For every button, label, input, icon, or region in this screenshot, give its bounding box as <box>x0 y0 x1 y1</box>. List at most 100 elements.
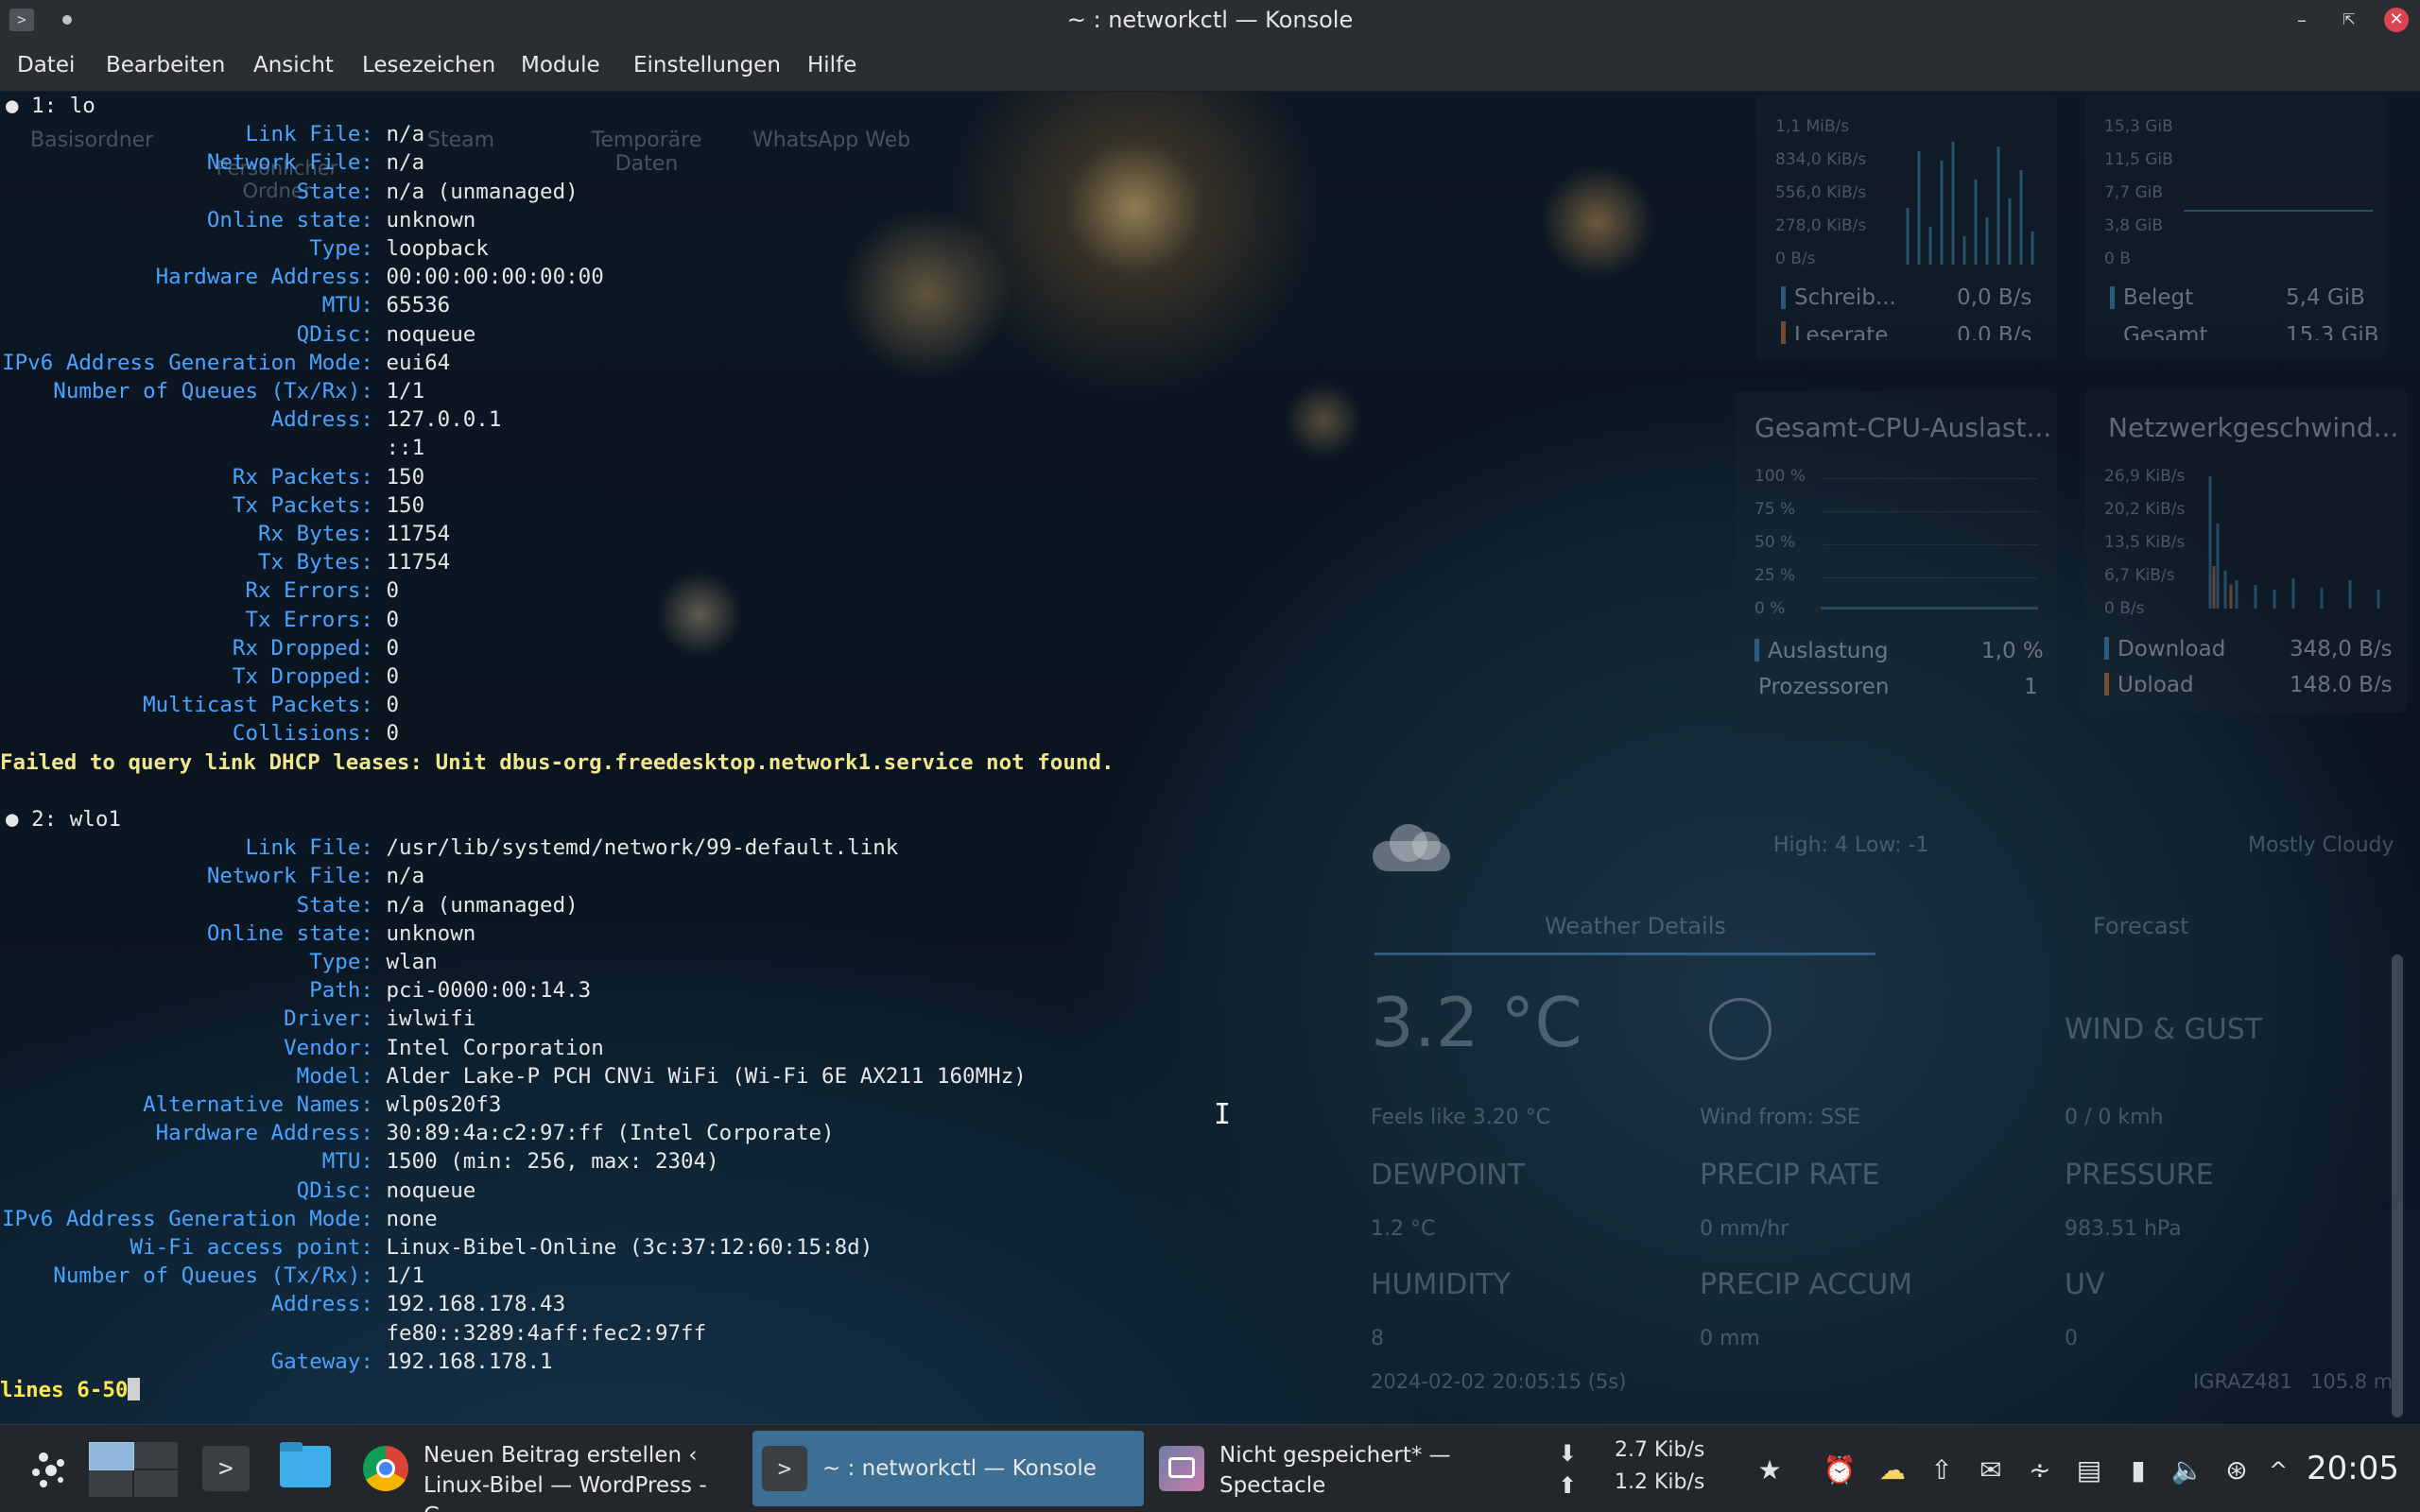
minimize-icon[interactable]: – <box>2290 8 2314 32</box>
terminal-output[interactable]: ● 1: lo Link File: n/a Network File: n/a St… <box>0 92 1475 1424</box>
weather-elevation: 105.8 m <box>2310 1370 2394 1393</box>
terminal-kv-line: Rx Errors: 0 <box>0 576 399 605</box>
close-icon[interactable]: ✕ <box>2384 8 2409 32</box>
axis-tick: 100 % <box>1754 467 1806 486</box>
terminal-value: 0 <box>386 578 400 604</box>
terminal-key: Tx Bytes: <box>258 550 373 576</box>
grid-line <box>1821 478 2038 479</box>
terminal-space <box>373 465 387 490</box>
terminal-kv-line: Hardware Address: 00:00:00:00:00:00 <box>0 263 604 291</box>
terminal-key: Vendor: <box>284 1035 373 1060</box>
menu-datei[interactable]: Datei <box>17 40 75 91</box>
terminal-value: ::1 <box>386 436 425 461</box>
precip-accum-label: PRECIP ACCUM <box>1700 1268 1913 1301</box>
terminal-kv-line: State: n/a (unmanaged) <box>0 178 579 206</box>
mail-icon[interactable]: ✉ <box>1974 1453 2008 1487</box>
net-upload-label: Upload <box>2118 673 2194 692</box>
terminal-value: /usr/lib/systemd/network/99-default.link <box>386 835 899 861</box>
terminal-key: Network File: <box>206 150 373 176</box>
terminal-space <box>373 293 387 318</box>
terminal-space <box>373 550 387 575</box>
uv-label: UV <box>2065 1268 2105 1301</box>
terminal-value: n/a <box>386 864 425 889</box>
terminal-kv-line: Driver: iwlwifi <box>0 1005 475 1033</box>
terminal-value: 11754 <box>386 522 451 546</box>
memory-used-value: 5,4 GiB <box>2286 285 2365 310</box>
tab-weather-details[interactable]: Weather Details <box>1545 913 1726 939</box>
terminal-kv-line: Number of Queues (Tx/Rx): 1/1 <box>0 377 424 405</box>
disk-read-label: Leserate <box>1794 323 1889 340</box>
axis-tick: 3,8 GiB <box>2104 216 2163 235</box>
volume-icon[interactable]: 🔈 <box>2170 1453 2204 1487</box>
rss-icon[interactable]: ∻ <box>2023 1453 2057 1487</box>
terminal-value: 127.0.0.1 <box>386 407 502 433</box>
terminal-value: 150 <box>386 492 425 518</box>
terminal-key: Type: <box>309 236 373 261</box>
terminal-value: 150 <box>386 464 425 490</box>
terminal-kv-line: Rx Packets: 150 <box>0 463 424 491</box>
menu-bearbeiten[interactable]: Bearbeiten <box>106 40 225 91</box>
terminal-space <box>373 978 387 1003</box>
terminal-value: eui64 <box>386 350 451 375</box>
terminal-space <box>373 265 387 289</box>
terminal-space <box>373 1321 387 1346</box>
pressure-label: PRESSURE <box>2065 1159 2214 1192</box>
tab-forecast[interactable]: Forecast <box>2093 913 2189 939</box>
axis-tick: 0 B <box>2104 249 2131 268</box>
terminal-value: 1500 (min: 256, max: 2304) <box>386 1149 719 1175</box>
file-manager-icon[interactable] <box>280 1425 333 1512</box>
battery-icon[interactable]: ▮ <box>2121 1453 2155 1487</box>
axis-tick: 0 B/s <box>2104 599 2145 618</box>
menu-lesezeichen[interactable]: Lesezeichen <box>362 40 495 91</box>
network-widget-title: Netzwerkgeschwind... <box>2108 412 2399 443</box>
menu-hilfe[interactable]: Hilfe <box>807 40 856 91</box>
app-launcher-icon[interactable] <box>23 1425 76 1512</box>
terminal-warning-line: Failed to query link DHCP leases: Unit d… <box>0 749 1115 775</box>
weather-tray-icon[interactable]: ☁ <box>1876 1453 1910 1487</box>
terminal-kv-line: Type: loopback <box>0 234 489 263</box>
wifi-icon[interactable]: ⊛ <box>2220 1453 2254 1487</box>
virtual-desktop-pager[interactable] <box>87 1425 182 1512</box>
cpu-usage-label: Auslastung <box>1768 639 1889 663</box>
menu-ansicht[interactable]: Ansicht <box>253 40 334 91</box>
window-titlebar[interactable]: > ~ : networkctl — Konsole – ⇱ ✕ <box>0 0 2420 40</box>
taskbar: > Neuen Beitrag erstellen ‹ Linux-Bibel … <box>0 1424 2420 1512</box>
axis-tick: 75 % <box>1754 500 1796 519</box>
terminal-key: Link File: <box>245 122 373 147</box>
star-icon[interactable]: ★ <box>1753 1453 1787 1487</box>
terminal-kv-line: Wi-Fi access point: Linux-Bibel-Online (… <box>0 1233 873 1262</box>
menu-einstellungen[interactable]: Einstellungen <box>633 40 781 91</box>
clipboard-icon[interactable]: ▤ <box>2072 1453 2106 1487</box>
terminal-space <box>373 1121 387 1145</box>
menu-module[interactable]: Module <box>521 40 600 91</box>
terminal-launcher-icon[interactable]: > <box>202 1425 251 1512</box>
terminal-scrollbar[interactable] <box>2392 954 2403 1418</box>
terminal-value: noqueue <box>386 321 476 347</box>
terminal-key: State: <box>296 179 373 204</box>
terminal-value: 65536 <box>386 293 451 318</box>
task-chrome-wordpress[interactable]: Neuen Beitrag erstellen ‹ Linux-Bibel — … <box>354 1431 743 1512</box>
axis-tick: 556,0 KiB/s <box>1775 183 1867 202</box>
terminal-space <box>373 1149 387 1174</box>
terminal-kv-line: ::1 <box>0 434 424 462</box>
terminal-space <box>373 236 387 261</box>
terminal-kv-line: Multicast Packets: 0 <box>0 691 399 719</box>
terminal-value: 1/1 <box>386 379 425 404</box>
maximize-icon[interactable]: ⇱ <box>2337 8 2361 32</box>
alarm-icon[interactable]: ⏰ <box>1823 1453 1857 1487</box>
clock[interactable]: 20:05 <box>2307 1425 2399 1512</box>
cpu-usage-value: 1,0 % <box>1981 639 2044 663</box>
update-icon[interactable]: ⇧ <box>1925 1453 1959 1487</box>
terminal-space <box>373 1235 387 1260</box>
task-konsole[interactable]: > ~ : networkctl — Konsole <box>752 1431 1144 1506</box>
task-spectacle[interactable]: Nicht gespeichert* — Spectacle <box>1150 1431 1541 1506</box>
terminal-key: Address: <box>270 1292 373 1317</box>
terminal-kv-line: Model: Alder Lake-P PCH CNVi WiFi (Wi-Fi… <box>0 1062 1027 1091</box>
pager-status-line: lines 6-50 <box>0 1376 141 1404</box>
terminal-space <box>373 950 387 974</box>
legend-swatch <box>1781 286 1786 309</box>
tray-expand-icon[interactable]: ^ <box>2261 1453 2295 1487</box>
terminal-space <box>373 921 387 946</box>
cpu-line <box>1821 607 2038 610</box>
terminal-value: wlp0s20f3 <box>386 1092 502 1117</box>
